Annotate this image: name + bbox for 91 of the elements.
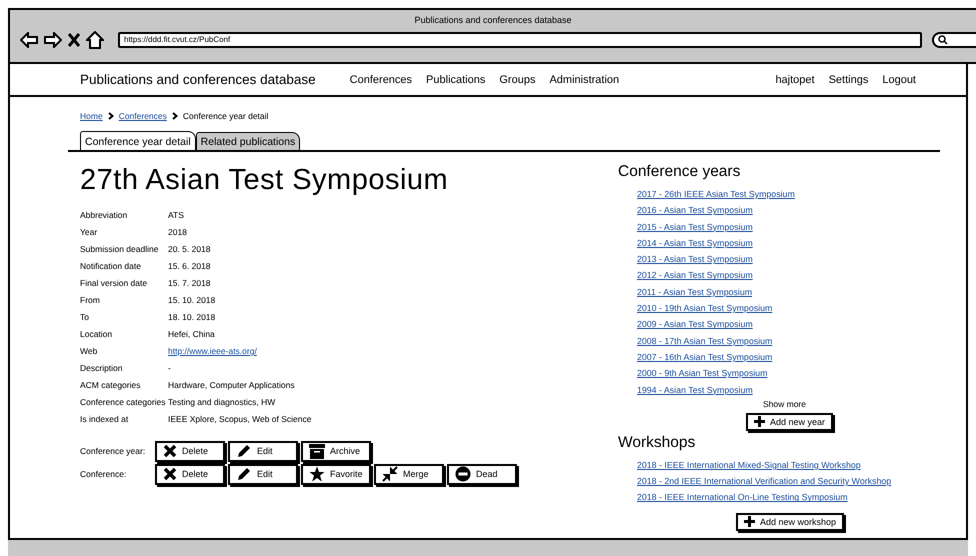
conference-year-link[interactable]: 2000 - 9th Asian Test Symposium: [637, 367, 966, 381]
field-label: Description: [80, 362, 124, 375]
nav-link[interactable]: Groups: [499, 74, 536, 86]
pencil-icon: [236, 443, 252, 459]
user-link[interactable]: Settings: [828, 74, 868, 86]
field-label: Conference categories: [80, 396, 167, 409]
workshop-link[interactable]: 2018 - 2nd IEEE International Verification and Security Workshop: [637, 475, 966, 488]
field-label: Location: [80, 328, 114, 341]
chevron-icon: [108, 112, 114, 120]
star-icon: [309, 466, 325, 482]
field-value: 18. 10. 2018: [168, 312, 216, 322]
field-value: ATS: [168, 210, 184, 220]
delete-button[interactable]: Delete: [155, 440, 225, 462]
action-label: Conference year:: [80, 446, 146, 456]
plus-icon: [754, 416, 765, 428]
field-label: ACM categories: [80, 379, 142, 392]
edit-button[interactable]: Edit: [228, 440, 298, 462]
close-icon[interactable]: [68, 33, 80, 47]
conference-year-link[interactable]: 2007 - 16th Asian Test Symposium: [637, 350, 966, 364]
field-label: Submission deadline: [80, 243, 160, 256]
cross-icon: [163, 467, 177, 481]
conference-year-link[interactable]: 2009 - Asian Test Symposium: [637, 318, 966, 332]
home-icon[interactable]: [86, 31, 104, 49]
search-icon: [938, 35, 948, 45]
field-value: 15. 7. 2018: [168, 278, 211, 288]
dead-button[interactable]: Dead: [447, 464, 517, 484]
address-field[interactable]: https://ddd.fit.cvut.cz/PubConf: [118, 32, 922, 48]
breadcrumb-link[interactable]: Conferences: [118, 111, 167, 121]
page-title: 27th Asian Test Symposium: [80, 164, 450, 197]
show-more-link[interactable]: Show more: [763, 398, 806, 409]
conference-year-link[interactable]: 2011 - Asian Test Symposium: [637, 286, 966, 300]
plus-icon: [744, 516, 755, 528]
conference-year-link[interactable]: 1994 - Asian Test Symposium: [637, 384, 966, 397]
user-link[interactable]: hajtopet: [775, 74, 815, 86]
field-label: Year: [80, 226, 98, 239]
conference-year-link[interactable]: 2008 - 17th Asian Test Symposium: [637, 334, 966, 348]
field-label: Notification date: [80, 260, 142, 273]
section-heading: Workshops: [618, 434, 696, 452]
user-link[interactable]: Logout: [882, 74, 916, 86]
field-value: 20. 5. 2018: [168, 244, 211, 254]
site-title[interactable]: Publications and conferences database: [80, 72, 316, 87]
field-value: -: [168, 363, 171, 373]
field-label: Web: [80, 345, 98, 358]
tab[interactable]: Conference year detail: [80, 131, 196, 150]
conference-year-link[interactable]: 2013 - Asian Test Symposium: [637, 253, 966, 266]
conference-year-link[interactable]: 2012 - Asian Test Symposium: [637, 269, 966, 283]
cross-icon: [163, 444, 177, 458]
field-value: 2018: [168, 227, 187, 237]
favorite-button[interactable]: Favorite: [301, 464, 371, 484]
section-heading: Conference years: [618, 163, 742, 181]
edit-button[interactable]: Edit: [228, 464, 298, 484]
back-icon[interactable]: [20, 32, 38, 48]
breadcrumb-current: Conference year detail: [182, 111, 268, 121]
merge-button[interactable]: Merge: [374, 464, 444, 484]
field-label: To: [80, 311, 90, 324]
tab[interactable]: Related publications: [196, 132, 300, 150]
search-field[interactable]: [932, 32, 976, 48]
field-value: Hefei, China: [168, 329, 215, 339]
delete-button[interactable]: Delete: [155, 464, 225, 484]
minus-circle-icon: [455, 466, 471, 482]
archive-button[interactable]: Archive: [301, 440, 371, 462]
field-label: Abbreviation: [80, 209, 128, 222]
conference-year-link[interactable]: 2014 - Asian Test Symposium: [637, 236, 966, 250]
workshop-link[interactable]: 2018 - IEEE International On-Line Testing Symposium: [637, 491, 966, 505]
field-value: IEEE Xplore, Scopus, Web of Science: [168, 414, 312, 424]
merge-arrows-icon: [382, 466, 398, 482]
field-value: Hardware, Computer Applications: [168, 380, 295, 390]
conference-year-link[interactable]: 2015 - Asian Test Symposium: [637, 220, 966, 234]
conference-year-link[interactable]: 2010 - 19th Asian Test Symposium: [637, 302, 966, 316]
conference-year-link[interactable]: 2016 - Asian Test Symposium: [637, 204, 966, 218]
add-year-button[interactable]: Add new year: [746, 412, 834, 431]
breadcrumb-link[interactable]: Home: [80, 111, 103, 121]
field-label: Final version date: [80, 277, 148, 290]
nav-link[interactable]: Administration: [549, 74, 620, 86]
chevron-icon: [172, 112, 178, 120]
pencil-icon: [236, 466, 252, 482]
nav-link[interactable]: Publications: [426, 74, 486, 86]
field-value: Testing and diagnostics, HW: [168, 397, 276, 407]
field-label: From: [80, 294, 101, 307]
field-link[interactable]: http://www.ieee-ats.org/: [168, 346, 257, 356]
add-workshop-button[interactable]: Add new workshop: [736, 512, 844, 531]
nav-link[interactable]: Conferences: [350, 74, 412, 86]
archive-box-icon: [309, 444, 325, 458]
action-label: Conference:: [80, 469, 128, 479]
window-title: Publications and conferences database: [413, 14, 573, 27]
conference-year-link[interactable]: 2017 - 26th IEEE Asian Test Symposium: [637, 188, 966, 202]
field-value: 15. 6. 2018: [168, 261, 211, 271]
forward-icon[interactable]: [44, 32, 62, 48]
field-value: 15. 10. 2018: [168, 295, 216, 305]
field-label: Is indexed at: [80, 413, 130, 426]
workshop-link[interactable]: 2018 - IEEE International Mixed-Signal Testing Workshop: [637, 458, 966, 472]
